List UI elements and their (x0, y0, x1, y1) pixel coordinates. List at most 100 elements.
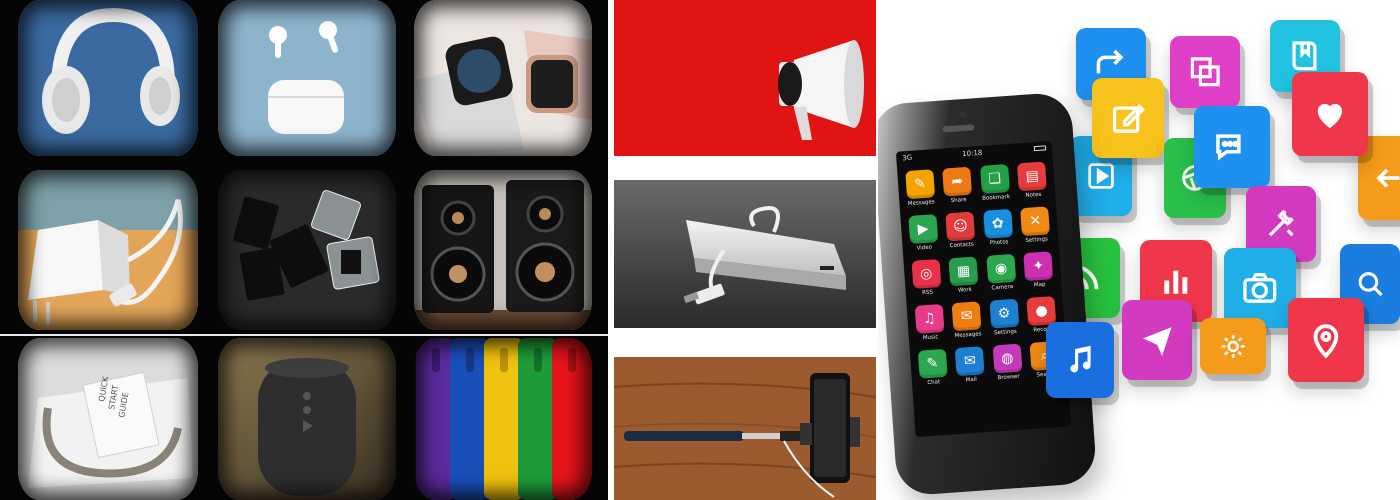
app-label: Map (1033, 281, 1046, 289)
floating-music-icon (1046, 322, 1114, 398)
status-time: 10:18 (961, 148, 983, 159)
earbuds-image (218, 0, 396, 156)
app-label: Bookmark (981, 193, 1011, 202)
wall-charger-image (18, 170, 198, 330)
product-grid: QUICK START GUIDE (0, 0, 608, 500)
bookshelf-speakers-image (414, 170, 592, 330)
floating-camera-icon (1224, 248, 1296, 328)
earphones-box-tile: QUICK START GUIDE (18, 338, 198, 500)
app-camera[interactable]: ◉ Camera (984, 253, 1018, 292)
floating-heart-icon (1292, 72, 1368, 156)
battery-icon (1033, 145, 1047, 152)
app-label: Work (957, 286, 973, 294)
megaphone-panel (614, 0, 876, 156)
chat-icon: ✉ (951, 301, 982, 332)
bookshelf-speakers-tile (414, 170, 592, 330)
app-video[interactable]: ▶ Video (906, 214, 940, 252)
app-chat[interactable]: ✎ Chat (916, 348, 950, 387)
headphones-tile (18, 0, 198, 156)
selfie-stick-image (614, 357, 876, 500)
app-settings[interactable]: ⚙ Settings (987, 298, 1021, 337)
floating-edit-icon (1092, 78, 1164, 158)
app-settings[interactable]: ✕ Settings (1019, 206, 1053, 244)
chat-bubble-icon: ✎ (917, 348, 948, 379)
power-bank-image (614, 180, 876, 328)
edit-icon: ✎ (904, 169, 935, 200)
middle-column (608, 0, 878, 500)
selfie-stick-panel (614, 357, 876, 500)
share-icon: ➦ (942, 166, 973, 197)
camera-icon: ◉ (986, 253, 1016, 284)
earbuds-tile (218, 0, 396, 156)
smartwatches-tile (414, 0, 592, 156)
network-indicator: 3G (902, 153, 913, 163)
app-label: Settings (1025, 236, 1049, 244)
phone-cases-image (414, 338, 592, 500)
floating-copy-icon (1170, 36, 1240, 108)
app-bookmark[interactable]: ❏ Bookmark (978, 164, 1012, 202)
app-label: Photos (989, 239, 1009, 247)
bluetooth-speaker-tile (218, 338, 396, 500)
app-music[interactable]: ♫ Music (913, 303, 947, 342)
app-label: Messages (907, 199, 935, 208)
app-messages[interactable]: ✉ Messages (950, 301, 984, 339)
app-label: Chat (927, 379, 941, 387)
app-label: RSS (921, 289, 934, 297)
rss-icon: ◎ (911, 259, 942, 289)
earphones-box-image: QUICK START GUIDE (18, 338, 198, 500)
phone-cases-tile (414, 338, 592, 500)
floating-chat-icon (1194, 106, 1270, 188)
app-label: Camera (991, 283, 1014, 292)
power-bank-panel (614, 180, 876, 328)
gear-icon: ⚙ (989, 298, 1020, 329)
map-icon: ✦ (1023, 251, 1054, 282)
video-icon: ▶ (908, 214, 939, 245)
bookmark-icon: ❏ (979, 164, 1010, 194)
app-label: Notes (1025, 191, 1042, 199)
app-work[interactable]: ▦ Work (947, 256, 981, 294)
floating-gear-icon (1200, 318, 1266, 374)
megaphone-image (614, 0, 876, 156)
floating-location-pin-icon (1288, 298, 1364, 382)
photos-icon: ✿ (982, 208, 1013, 239)
app-label: Share (950, 196, 967, 205)
smartwatches-image (414, 0, 592, 156)
floating-paper-plane-icon (1122, 300, 1192, 380)
grid-divider (0, 334, 608, 336)
smartphone-apps-hero: 3G 10:18 ✎ Messages ➦ Share ❏ Bookmark ▤ Notes ▶… (878, 0, 1400, 500)
app-label: Music (922, 334, 939, 342)
app-browser[interactable]: ◍ Browser (991, 343, 1025, 381)
collage: QUICK START GUIDE 3G 10:18 ✎ Messages ➦ … (0, 0, 1400, 500)
work-icon: ▦ (948, 256, 979, 287)
wall-charger-tile (18, 170, 198, 330)
earpiece-speaker (942, 124, 975, 133)
app-mail[interactable]: ✉ Mail (953, 346, 987, 384)
smartphone: 3G 10:18 ✎ Messages ➦ Share ❏ Bookmark ▤ Notes ▶… (878, 91, 1098, 497)
memory-cards-tile (218, 170, 396, 330)
app-photos[interactable]: ✿ Photos (981, 208, 1015, 247)
music-icon: ♫ (914, 303, 945, 334)
notes-icon: ▤ (1017, 161, 1048, 192)
app-label: Contacts (949, 241, 975, 250)
front-camera (959, 110, 967, 119)
phone-screen: 3G 10:18 ✎ Messages ➦ Share ❏ Bookmark ▤ Notes ▶… (895, 140, 1072, 438)
app-rss[interactable]: ◎ RSS (910, 259, 944, 297)
app-grid: ✎ Messages ➦ Share ❏ Bookmark ▤ Notes ▶ Video ☺ Con… (903, 161, 1062, 387)
app-share[interactable]: ➦ Share (941, 166, 975, 205)
app-notes[interactable]: ▤ Notes (1015, 161, 1049, 199)
settings-icon: ✕ (1020, 206, 1051, 237)
app-messages[interactable]: ✎ Messages (903, 169, 937, 207)
app-map[interactable]: ✦ Map (1022, 251, 1056, 289)
contacts-icon: ☺ (945, 211, 976, 242)
mail-icon: ✉ (954, 346, 985, 377)
app-label: Video (916, 244, 933, 252)
globe-icon: ◍ (992, 343, 1023, 374)
memory-cards-image (218, 170, 396, 330)
app-label: Messages (954, 331, 982, 340)
app-contacts[interactable]: ☺ Contacts (944, 211, 978, 249)
bluetooth-speaker-image (218, 338, 396, 500)
headphones-image (18, 0, 198, 156)
app-label: Browser (997, 373, 1020, 382)
app-label: Settings (994, 328, 1017, 337)
app-label: Mail (965, 376, 977, 384)
